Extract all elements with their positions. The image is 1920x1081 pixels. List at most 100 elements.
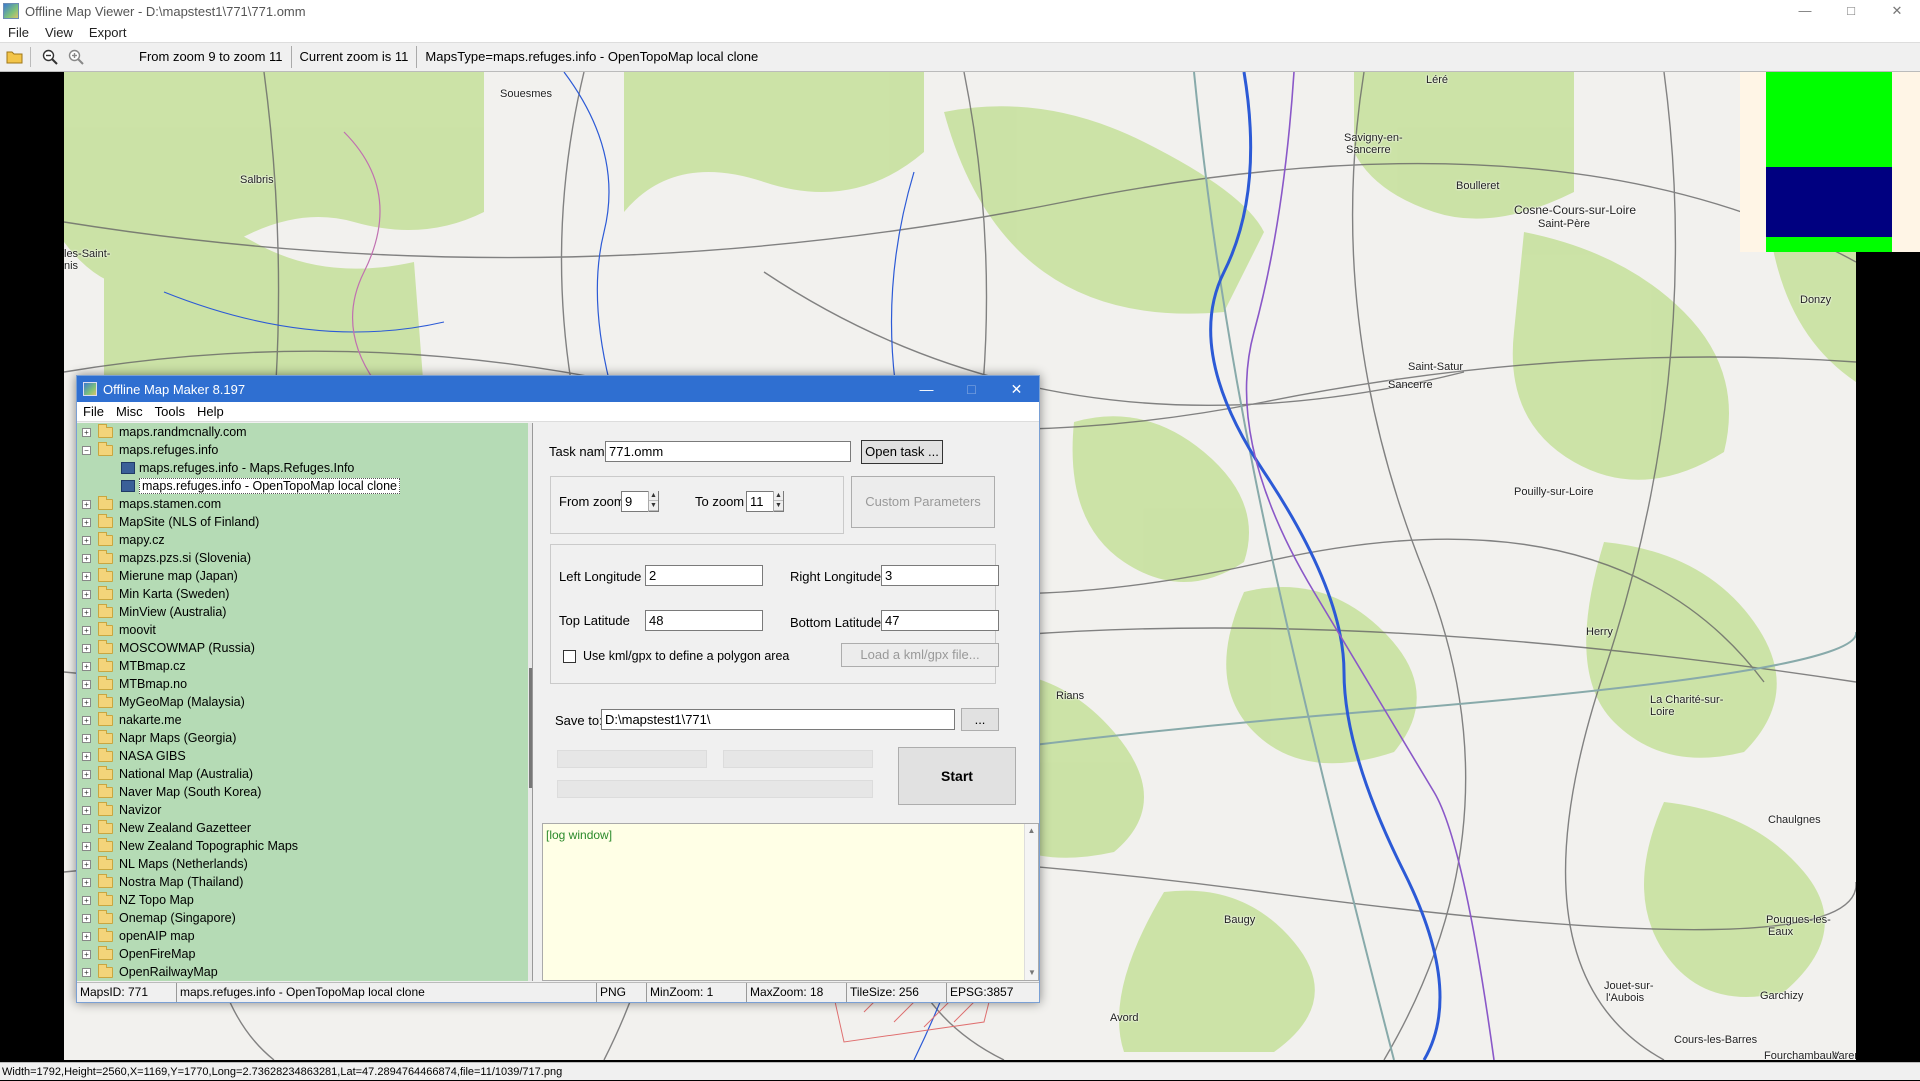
expand-icon[interactable]: + (82, 589, 91, 599)
expand-icon[interactable]: + (82, 535, 91, 545)
from-zoom-stepper[interactable]: ▲ ▼ (648, 491, 658, 512)
maker-menu-misc[interactable]: Misc (110, 404, 149, 419)
tree-item[interactable]: + Napr Maps (Georgia) (77, 729, 532, 747)
tree-item[interactable]: maps.refuges.info - OpenTopoMap local cl… (77, 477, 532, 495)
log-scrollbar[interactable]: ▲ ▼ (1024, 824, 1038, 980)
expand-icon[interactable]: + (82, 607, 91, 617)
maker-close-button[interactable]: ✕ (994, 376, 1039, 402)
expand-icon[interactable]: + (82, 877, 91, 887)
spin-up-icon[interactable]: ▲ (774, 491, 783, 501)
expand-icon[interactable]: + (82, 625, 91, 635)
expand-icon[interactable]: + (82, 931, 91, 941)
open-folder-icon[interactable] (4, 46, 26, 68)
close-button[interactable]: ✕ (1874, 0, 1920, 22)
expand-icon[interactable]: + (82, 859, 91, 869)
expand-icon[interactable]: + (82, 805, 91, 815)
log-window[interactable]: [log window] ▲ ▼ (542, 823, 1039, 981)
maker-titlebar[interactable]: Offline Map Maker 8.197 — □ ✕ (77, 376, 1039, 402)
bottom-latitude-input[interactable]: 47 (881, 610, 999, 631)
maker-menu-help[interactable]: Help (191, 404, 230, 419)
tree-item[interactable]: + National Map (Australia) (77, 765, 532, 783)
tree-item[interactable]: + Naver Map (South Korea) (77, 783, 532, 801)
tree-item[interactable]: + maps.randmcnally.com (77, 423, 532, 441)
collapse-icon[interactable]: − (82, 445, 91, 455)
scroll-up-icon[interactable]: ▲ (1025, 824, 1038, 838)
tree-item[interactable]: + MTBmap.cz (77, 657, 532, 675)
tree-item[interactable]: + nakarte.me (77, 711, 532, 729)
expand-icon[interactable]: + (82, 949, 91, 959)
top-latitude-input[interactable]: 48 (645, 610, 763, 631)
expand-icon[interactable]: + (82, 895, 91, 905)
expand-icon[interactable]: + (82, 661, 91, 671)
expand-icon[interactable]: + (82, 841, 91, 851)
tree-item[interactable]: + MOSCOWMAP (Russia) (77, 639, 532, 657)
open-task-button[interactable]: Open task ... (861, 440, 943, 464)
maker-menu-file[interactable]: File (77, 404, 110, 419)
tree-item[interactable]: + Nostra Map (Thailand) (77, 873, 532, 891)
custom-parameters-button[interactable]: Custom Parameters (851, 476, 995, 528)
expand-icon[interactable]: + (82, 571, 91, 581)
expand-icon[interactable]: + (82, 697, 91, 707)
tree-item[interactable]: + maps.stamen.com (77, 495, 532, 513)
start-button[interactable]: Start (898, 747, 1016, 805)
map-source-tree[interactable]: + maps.randmcnally.com − maps.refuges.info m… (77, 423, 533, 981)
expand-icon[interactable]: + (82, 751, 91, 761)
tree-item[interactable]: + MinView (Australia) (77, 603, 532, 621)
tree-item[interactable]: + NL Maps (Netherlands) (77, 855, 532, 873)
tree-item[interactable]: + Mierune map (Japan) (77, 567, 532, 585)
scroll-thumb[interactable] (529, 668, 532, 788)
spin-down-icon[interactable]: ▼ (649, 501, 658, 511)
tree-item[interactable]: + NASA GIBS (77, 747, 532, 765)
left-longitude-input[interactable]: 2 (645, 565, 763, 586)
save-to-input[interactable]: D:\mapstest1\771\ (601, 709, 955, 730)
tree-item[interactable]: + OpenFireMap (77, 945, 532, 963)
tree-item[interactable]: + mapy.cz (77, 531, 532, 549)
expand-icon[interactable]: + (82, 517, 91, 527)
expand-icon[interactable]: + (82, 913, 91, 923)
load-kml-button[interactable]: Load a kml/gpx file... (841, 643, 999, 667)
tree-item[interactable]: + New Zealand Gazetteer (77, 819, 532, 837)
tree-item[interactable]: + moovit (77, 621, 532, 639)
tree-item[interactable]: + MyGeoMap (Malaysia) (77, 693, 532, 711)
spin-up-icon[interactable]: ▲ (649, 491, 658, 501)
tree-item[interactable]: + mapzs.pzs.si (Slovenia) (77, 549, 532, 567)
tree-item[interactable]: + New Zealand Topographic Maps (77, 837, 532, 855)
expand-icon[interactable]: + (82, 715, 91, 725)
browse-button[interactable]: ... (961, 708, 999, 731)
tree-item[interactable]: + MapSite (NLS of Finland) (77, 513, 532, 531)
expand-icon[interactable]: + (82, 643, 91, 653)
maker-minimize-button[interactable]: — (904, 376, 949, 402)
menu-export[interactable]: Export (81, 25, 135, 40)
expand-icon[interactable]: + (82, 427, 91, 437)
tree-item[interactable]: maps.refuges.info - Maps.Refuges.Info (77, 459, 532, 477)
expand-icon[interactable]: + (82, 787, 91, 797)
expand-icon[interactable]: + (82, 769, 91, 779)
to-zoom-stepper[interactable]: ▲ ▼ (773, 491, 783, 512)
tree-item[interactable]: + OpenRailwayMap (77, 963, 532, 981)
tree-scrollbar[interactable] (528, 423, 532, 981)
menu-file[interactable]: File (0, 25, 37, 40)
tree-item[interactable]: + Navizor (77, 801, 532, 819)
tree-item[interactable]: + NZ Topo Map (77, 891, 532, 909)
maximize-button[interactable]: □ (1828, 0, 1874, 22)
maker-maximize-button[interactable]: □ (949, 376, 994, 402)
task-name-input[interactable]: 771.omm (605, 441, 851, 462)
use-kml-checkbox[interactable] (563, 650, 576, 663)
overview-map[interactable] (1740, 72, 1920, 252)
maker-menu-tools[interactable]: Tools (149, 404, 191, 419)
expand-icon[interactable]: + (82, 967, 91, 977)
tree-item[interactable]: + Min Karta (Sweden) (77, 585, 532, 603)
expand-icon[interactable]: + (82, 499, 91, 509)
expand-icon[interactable]: + (82, 823, 91, 833)
tree-item[interactable]: + openAIP map (77, 927, 532, 945)
expand-icon[interactable]: + (82, 679, 91, 689)
spin-down-icon[interactable]: ▼ (774, 501, 783, 511)
tree-item[interactable]: + Onemap (Singapore) (77, 909, 532, 927)
zoom-in-icon[interactable] (65, 46, 87, 68)
menu-view[interactable]: View (37, 25, 81, 40)
expand-icon[interactable]: + (82, 553, 91, 563)
tree-item[interactable]: + MTBmap.no (77, 675, 532, 693)
right-longitude-input[interactable]: 3 (881, 565, 999, 586)
scroll-down-icon[interactable]: ▼ (1025, 966, 1039, 980)
expand-icon[interactable]: + (82, 733, 91, 743)
